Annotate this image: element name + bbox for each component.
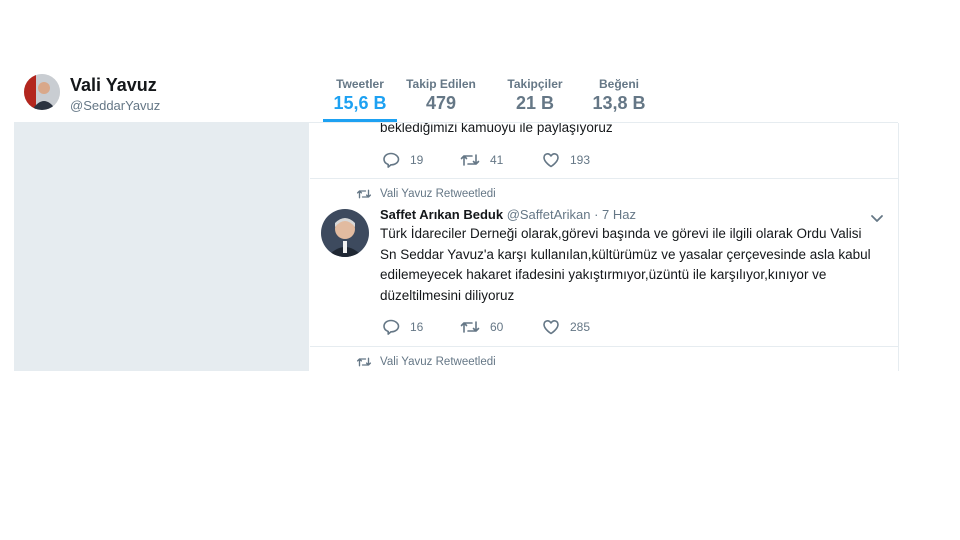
profile-header: Vali Yavuz @SeddarYavuz Tweetler 15,6 B … <box>14 70 898 123</box>
retweet-count: 41 <box>490 153 504 167</box>
reply-action[interactable]: 19 <box>382 152 423 168</box>
reply-count: 19 <box>410 153 424 167</box>
stat-value: 479 <box>425 93 457 113</box>
retweet-icon <box>356 357 372 367</box>
retweet-action[interactable]: 60 <box>460 319 503 335</box>
heart-icon <box>543 153 559 168</box>
stat-value: 13,8 B <box>592 93 646 113</box>
active-tab-underline <box>323 119 397 122</box>
profile-avatar[interactable] <box>24 74 60 110</box>
heart-icon <box>543 320 559 335</box>
retweet-context-label: Vali Yavuz Retweetledi <box>380 188 496 200</box>
retweet-context[interactable]: Vali Yavuz Retweetledi <box>356 356 496 368</box>
reply-icon <box>383 152 400 168</box>
reply-icon <box>383 319 400 335</box>
stat-tweets[interactable]: Tweetler 15,6 B <box>324 77 396 114</box>
like-action[interactable]: 285 <box>542 319 590 335</box>
stat-value: 15,6 B <box>333 93 387 113</box>
retweet-context[interactable]: Vali Yavuz Retweetledi <box>356 188 496 200</box>
retweet-icon <box>460 154 480 166</box>
tweet-text: beklediğimizi kamuoyu ile paylaşıyoruz <box>380 123 613 135</box>
stat-label: Beğeni <box>598 77 639 91</box>
stat-label: Takip Edilen <box>406 77 476 91</box>
tweet-text: Türk İdareciler Derneği olarak,görevi ba… <box>380 226 871 303</box>
tweet-author-avatar[interactable] <box>321 209 369 257</box>
tweet-header: Saffet Arıkan Beduk @SaffetArikan · 7 Ha… <box>380 207 636 222</box>
reply-action[interactable]: 16 <box>382 319 423 335</box>
tweet-author-handle[interactable]: @SaffetArikan <box>507 207 591 222</box>
tweet-divider <box>310 346 898 347</box>
stat-likes[interactable]: Beğeni 13,8 B <box>587 77 651 114</box>
tweet-author-name[interactable]: Saffet Arıkan Beduk <box>380 207 503 222</box>
retweet-context-label: Vali Yavuz Retweetledi <box>380 356 496 368</box>
retweet-action[interactable]: 41 <box>460 152 503 168</box>
stat-followers[interactable]: Takipçiler 21 B <box>501 77 569 114</box>
retweet-count: 60 <box>490 320 504 334</box>
stat-label: Takipçiler <box>507 77 563 91</box>
stat-following[interactable]: Takip Edilen 479 <box>404 77 478 114</box>
reply-count: 16 <box>410 320 424 334</box>
tweet-timestamp[interactable]: · 7 Haz <box>594 207 636 222</box>
profile-handle[interactable]: @SeddarYavuz <box>70 98 160 113</box>
retweet-icon <box>356 189 372 199</box>
like-count: 193 <box>570 153 591 167</box>
tweet-divider <box>310 178 898 179</box>
left-sidebar <box>14 123 309 371</box>
profile-name[interactable]: Vali Yavuz <box>70 75 157 96</box>
tweet-feed: beklediğimizi kamuoyu ile paylaşıyoruz 1… <box>310 123 899 371</box>
stat-value: 21 B <box>515 93 555 113</box>
like-count: 285 <box>570 320 591 334</box>
like-action[interactable]: 193 <box>542 152 590 168</box>
retweet-icon <box>460 321 480 333</box>
stat-label: Tweetler <box>336 77 384 91</box>
